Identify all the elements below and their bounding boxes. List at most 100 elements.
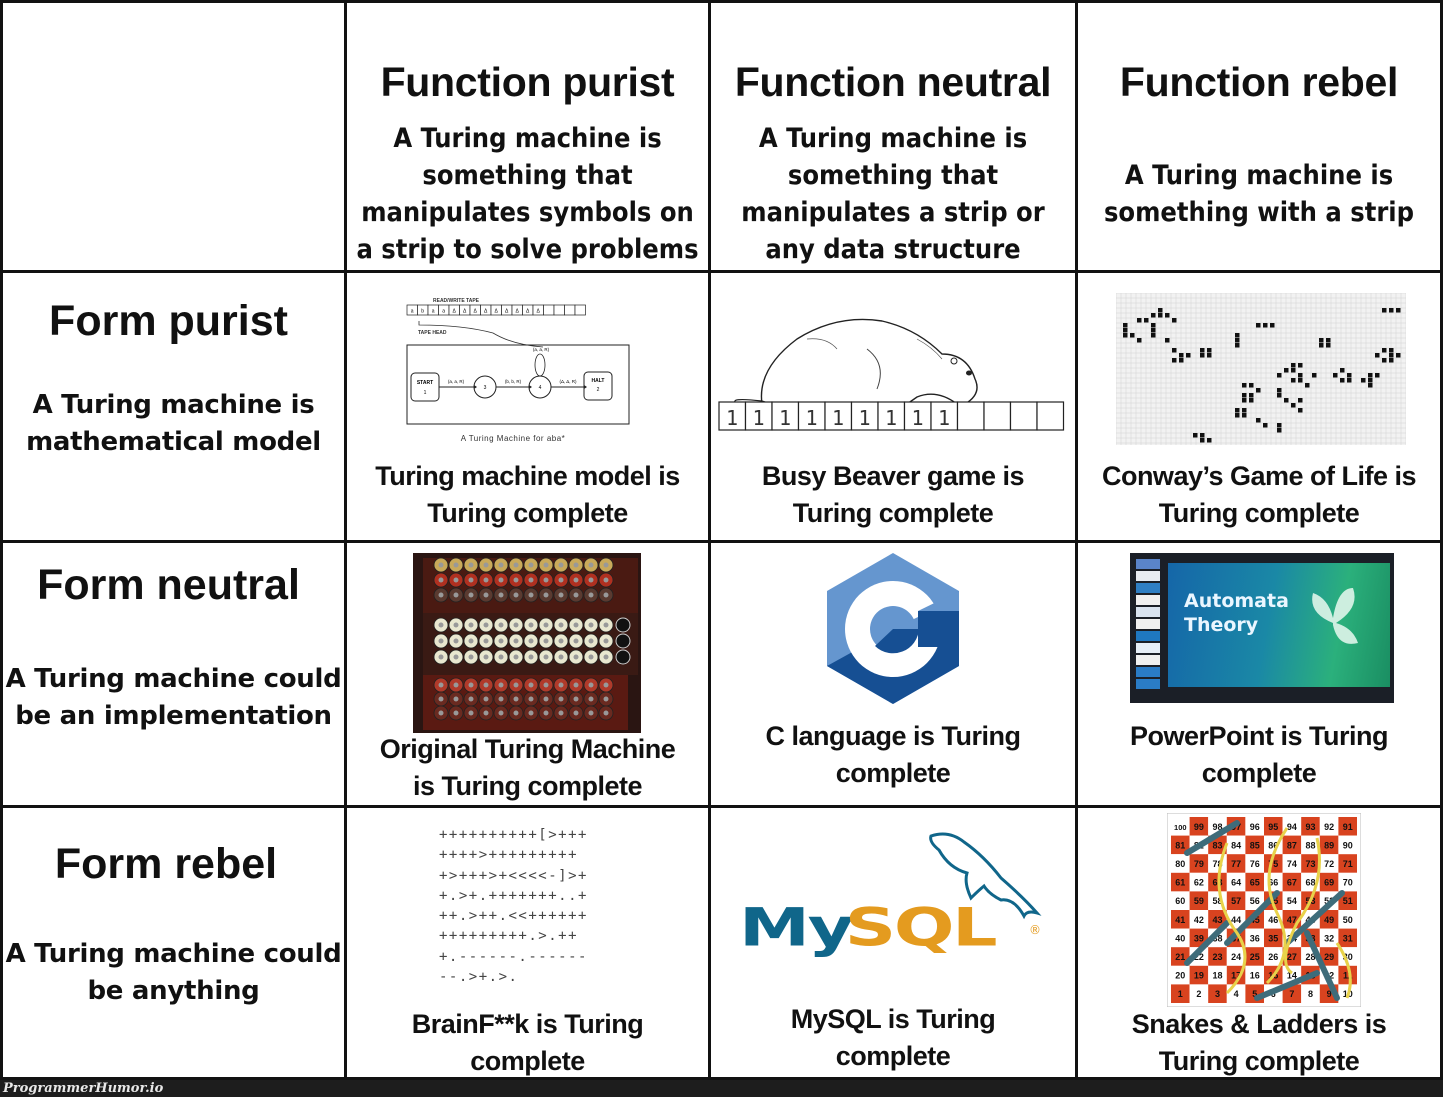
square-number: 70 — [1343, 878, 1353, 888]
svg-text:(a, a, R): (a, a, R) — [448, 379, 465, 384]
square-number: 4 — [1234, 989, 1239, 999]
live-cell — [1389, 348, 1394, 353]
flower-icon — [1312, 588, 1358, 644]
code-line: ++.>++.<<++++++ — [439, 908, 588, 925]
square-number: 29 — [1324, 952, 1334, 962]
column-description: A Turing machine is something that manip… — [356, 123, 699, 265]
tape-symbol: 1 — [779, 406, 791, 430]
live-cell — [1368, 378, 1373, 383]
square-number: 96 — [1250, 822, 1260, 832]
live-cell — [1242, 393, 1247, 398]
tape-symbol: a — [442, 309, 445, 315]
live-cell — [1312, 373, 1317, 378]
square-number: 21 — [1175, 952, 1185, 962]
cell-caption: Snakes & Ladders is Turing complete — [1131, 1009, 1387, 1076]
live-cell — [1193, 433, 1198, 438]
square-number: 41 — [1175, 915, 1185, 925]
live-cell — [1207, 438, 1212, 443]
row-header-form-neutral: Form neutral A Turing machine could be a… — [0, 540, 347, 808]
svg-text:START: START — [417, 380, 433, 386]
column-title: Function purist — [380, 59, 675, 105]
live-cell — [1207, 353, 1212, 358]
square-number: 50 — [1343, 915, 1353, 925]
square-number: 94 — [1287, 822, 1297, 832]
square-number: 25 — [1250, 952, 1260, 962]
cell-caption: PowerPoint is Turing complete — [1129, 721, 1389, 788]
live-cell — [1172, 358, 1177, 363]
tape-label: READ/WRITE TAPE — [433, 298, 480, 304]
column-title: Function neutral — [734, 59, 1052, 105]
tape-symbol: a — [432, 309, 435, 315]
square-number: 72 — [1324, 859, 1334, 869]
live-cell — [1396, 353, 1401, 358]
square-number: 64 — [1231, 878, 1241, 888]
live-cell — [1382, 348, 1387, 353]
live-cell — [1151, 333, 1156, 338]
row-description: A Turing machine could be an implementat… — [5, 664, 342, 731]
live-cell — [1256, 418, 1261, 423]
live-cell — [1144, 318, 1149, 323]
live-cell — [1382, 358, 1387, 363]
live-cell — [1242, 408, 1247, 413]
square-number: 95 — [1268, 822, 1278, 832]
mysql-logo: My SQL ® — [739, 832, 1042, 958]
square-number: 93 — [1305, 822, 1315, 832]
square-number: 57 — [1231, 896, 1241, 906]
live-cell — [1277, 373, 1282, 378]
square-number: 23 — [1212, 952, 1222, 962]
square-number: 27 — [1287, 952, 1297, 962]
live-cell — [1256, 388, 1261, 393]
live-cell — [1277, 388, 1282, 393]
diagram-caption: A Turing Machine for aba* — [461, 434, 566, 443]
tape-symbol: 1 — [885, 406, 897, 430]
live-cell — [1389, 308, 1394, 313]
live-cell — [1151, 323, 1156, 328]
code-line: --.>+.>. — [439, 969, 519, 986]
live-cell — [1361, 378, 1366, 383]
live-cell — [1298, 408, 1303, 413]
live-cell — [1200, 348, 1205, 353]
live-cell — [1396, 308, 1401, 313]
live-cell — [1375, 373, 1380, 378]
live-cell — [1277, 428, 1282, 433]
live-cell — [1284, 368, 1289, 373]
live-cell — [1298, 378, 1303, 383]
live-cell — [1151, 313, 1156, 318]
live-cell — [1291, 378, 1296, 383]
square-number: 26 — [1268, 952, 1278, 962]
square-number: 20 — [1175, 971, 1185, 981]
live-cell — [1277, 423, 1282, 428]
square-number: 32 — [1324, 933, 1334, 943]
square-number: 42 — [1194, 915, 1204, 925]
svg-text:2: 2 — [597, 387, 600, 393]
row-description: A Turing machine could be anything — [5, 939, 342, 1006]
live-cell — [1305, 383, 1310, 388]
live-cell — [1172, 318, 1177, 323]
square-number: 39 — [1194, 933, 1204, 943]
square-number: 92 — [1324, 822, 1334, 832]
tape-symbol: 1 — [805, 406, 817, 430]
bombe-machine-photo — [413, 553, 641, 733]
live-cell — [1137, 338, 1142, 343]
square-number: 19 — [1194, 971, 1204, 981]
c-language-logo — [827, 553, 959, 704]
square-number: 76 — [1250, 859, 1260, 869]
tape-head-label: TAPE HEAD — [418, 330, 447, 336]
tape-cell — [564, 304, 576, 316]
beaver-tape: 111111111 — [718, 401, 1065, 431]
square-number: 68 — [1305, 878, 1315, 888]
square-number: 31 — [1343, 933, 1353, 943]
live-cell — [1179, 358, 1184, 363]
square-number: 69 — [1324, 878, 1334, 888]
live-cell — [1249, 383, 1254, 388]
cell-snakes-and-ladders: 1009998979695949392918182838485868788899… — [1075, 805, 1443, 1080]
live-cell — [1151, 328, 1156, 333]
svg-text:(a, a, R): (a, a, R) — [533, 347, 550, 352]
live-cell — [1123, 333, 1128, 338]
square-number: 74 — [1287, 859, 1297, 869]
tape-cell — [956, 401, 985, 431]
row-header-form-rebel: Form rebel A Turing machine could be any… — [0, 805, 347, 1080]
square-number: 1 — [1178, 989, 1183, 999]
tape-cell — [1009, 401, 1038, 431]
square-number: 79 — [1194, 859, 1204, 869]
